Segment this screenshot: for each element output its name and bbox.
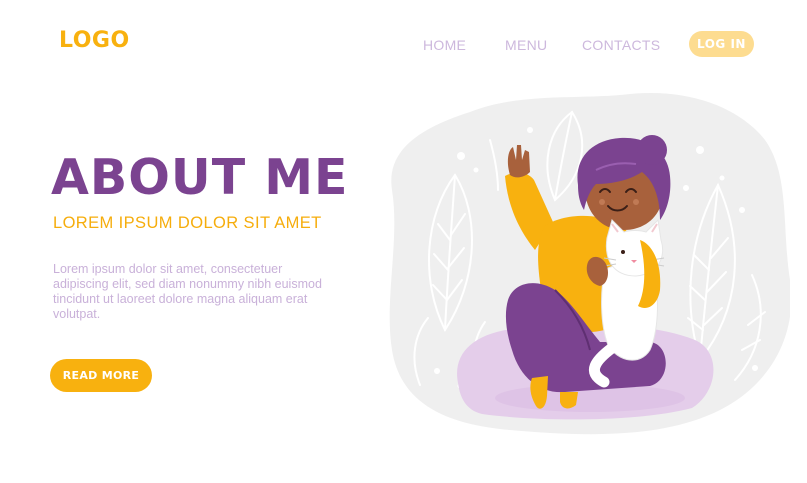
logo[interactable]: LOGO — [59, 28, 130, 53]
body-text: Lorem ipsum dolor sit amet, consectetuer… — [53, 262, 322, 321]
nav-contacts-link[interactable]: CONTACTS — [582, 37, 660, 53]
read-more-button[interactable]: READ MORE — [50, 359, 152, 392]
page-subtitle: LOREM IPSUM DOLOR SIT AMET — [53, 214, 322, 232]
hair-bun — [637, 135, 667, 165]
girl-with-cat-illustration — [389, 93, 790, 435]
page-title: ABOUT ME — [51, 149, 349, 206]
login-button[interactable]: LOG IN — [689, 31, 754, 57]
nav-home-link[interactable]: HOME — [423, 37, 466, 53]
nav-menu-link[interactable]: MENU — [505, 37, 547, 53]
